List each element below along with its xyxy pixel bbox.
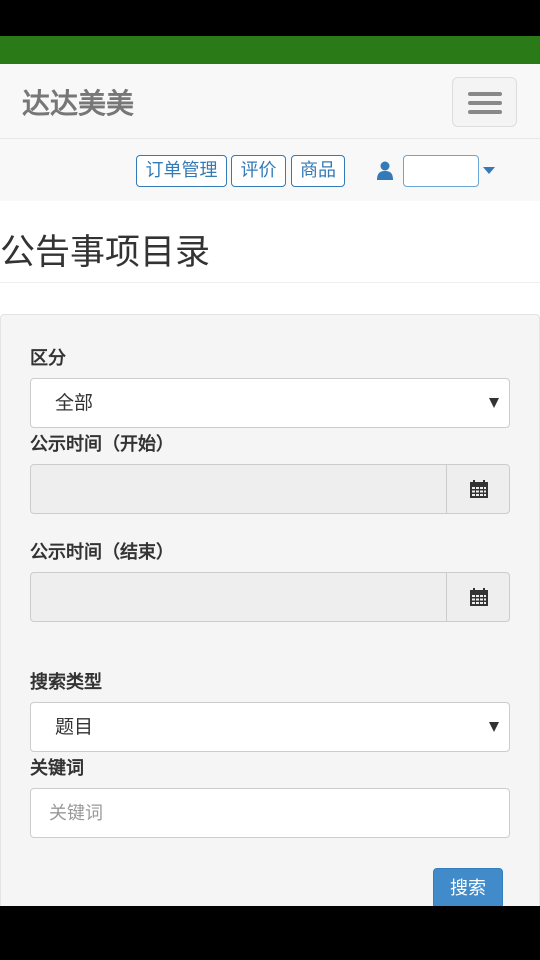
dropdown-arrow-icon <box>489 722 499 732</box>
hamburger-line <box>468 101 502 105</box>
search-button[interactable]: 搜索 <box>433 868 503 906</box>
start-date-group <box>30 464 510 514</box>
start-date-label: 公示时间（开始） <box>30 434 174 455</box>
category-select-value: 全部 <box>55 392 94 414</box>
navbar: 达达美美 <box>0 64 540 139</box>
app: 达达美美 订单管理 评价 商品 公告事项目录 区分 全部 公示时间（开始） 公示… <box>0 64 540 906</box>
bottom-system-bar <box>0 906 540 960</box>
nav-links: 订单管理 评价 商品 <box>0 139 540 201</box>
hamburger-line <box>468 110 502 114</box>
chevron-down-icon[interactable] <box>483 167 495 174</box>
user-dropdown[interactable] <box>403 155 479 187</box>
calendar-icon <box>470 480 488 498</box>
status-bar <box>0 0 540 36</box>
menu-toggle-button[interactable] <box>452 77 517 127</box>
divider <box>0 282 540 283</box>
dropdown-arrow-icon <box>489 398 499 408</box>
end-date-group <box>30 572 510 622</box>
start-date-calendar-button[interactable] <box>446 464 510 514</box>
page-title: 公告事项目录 <box>0 233 211 273</box>
category-label: 区分 <box>30 348 66 369</box>
end-date-label: 公示时间（结束） <box>30 542 174 563</box>
end-date-input[interactable] <box>30 572 447 622</box>
products-button[interactable]: 商品 <box>291 155 345 187</box>
search-type-select[interactable]: 题目 <box>30 702 510 752</box>
keyword-label: 关键词 <box>30 758 84 779</box>
calendar-icon <box>470 588 488 606</box>
search-type-select-value: 题目 <box>55 716 94 738</box>
user-icon <box>377 161 393 180</box>
keyword-input[interactable] <box>30 788 510 838</box>
category-select[interactable]: 全部 <box>30 378 510 428</box>
reviews-button[interactable]: 评价 <box>231 155 286 187</box>
search-type-label: 搜索类型 <box>30 672 102 693</box>
orders-button[interactable]: 订单管理 <box>136 155 227 187</box>
start-date-input[interactable] <box>30 464 447 514</box>
end-date-calendar-button[interactable] <box>446 572 510 622</box>
brand-logo[interactable]: 达达美美 <box>22 82 134 122</box>
top-color-bar <box>0 36 540 64</box>
hamburger-menu-icon <box>468 92 502 96</box>
